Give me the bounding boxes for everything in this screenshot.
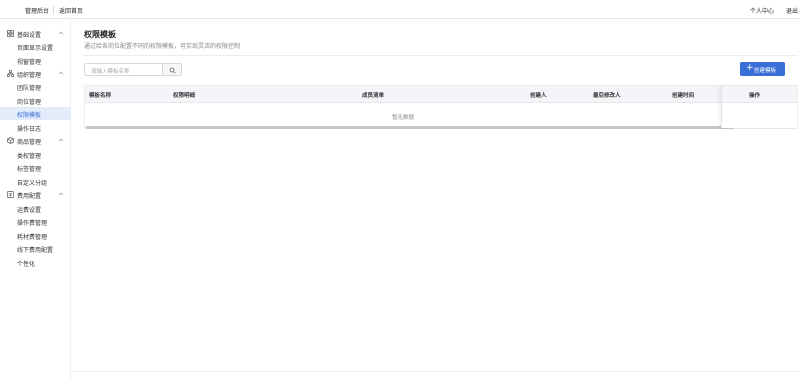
sidebar-group-label: 组织管理	[17, 72, 42, 79]
sidebar-item-label: 标签管理	[17, 166, 42, 173]
plus-icon: +	[746, 63, 754, 73]
sidebar-item-label: 操作费管理	[17, 220, 48, 227]
search-input[interactable]: 请输入模板名称	[91, 67, 130, 75]
sidebar-group-basic-settings[interactable]: 基础设置	[0, 27, 71, 40]
topbar-divider	[53, 6, 54, 14]
sidebar-item-label: 类权管理	[17, 153, 42, 160]
sidebar-item-permission-templates[interactable]: 权限模板	[0, 107, 71, 120]
column-header-member-list[interactable]: 成员清单	[362, 91, 384, 99]
sidebar-item-label: 自定义分组	[17, 180, 48, 187]
sidebar-item-tag-management[interactable]: 标签管理	[0, 161, 71, 174]
column-header-last-modifier[interactable]: 最后修改人	[593, 91, 621, 99]
table-header: 模板名称 权限明细 成员清单 创建人 最后修改人 创建时间	[85, 86, 797, 103]
chevron-up-icon	[58, 137, 64, 143]
sidebar-group-label: 费用配置	[17, 193, 42, 200]
sidebar-item-team-management[interactable]: 团队管理	[0, 80, 71, 93]
sidebar-item-custom-groups[interactable]: 自定义分组	[0, 175, 71, 188]
box-icon	[7, 137, 14, 144]
chevron-up-icon	[58, 70, 64, 76]
sidebar-item-label: 操作日志	[17, 126, 42, 133]
sidebar-item-position-management[interactable]: 岗位管理	[0, 94, 71, 107]
search-button[interactable]	[162, 64, 181, 75]
sidebar-item-label: 岗位管理	[17, 99, 42, 106]
create-template-button[interactable]: + 创建模板	[740, 62, 785, 76]
column-header-created-time[interactable]: 创建时间	[672, 91, 694, 99]
top-bar: 管理后台 返回首页 个人中心 退出	[0, 0, 800, 19]
create-template-label: 创建模板	[754, 68, 777, 74]
sidebar-group-fee-config[interactable]: 费用配置	[0, 188, 71, 201]
main-content: 权限模板 通过给各岗位配置不同的权限模板，可实现灵活的权限控制 请输入模板名称 …	[71, 19, 800, 371]
grid-icon	[7, 30, 14, 37]
sidebar-group-label: 基础设置	[17, 32, 42, 39]
chevron-up-icon	[58, 30, 64, 36]
sidebar-item-label: 耗材费管理	[17, 234, 48, 241]
admin-link[interactable]: 管理后台	[25, 6, 49, 15]
sidebar: 基础设置 页面显示设置 视窗管理 组织管理 团队管理 岗位管理 权限模板 操作日…	[0, 19, 71, 381]
sidebar-group-label: 商品管理	[17, 139, 42, 146]
sidebar-item-personalization[interactable]: 个性化	[0, 256, 71, 269]
org-icon	[7, 70, 14, 77]
sidebar-item-label: 团队管理	[17, 85, 42, 92]
back-home-link[interactable]: 返回首页	[59, 6, 83, 15]
header-divider	[84, 55, 798, 56]
sidebar-item-operation-log[interactable]: 操作日志	[0, 121, 71, 134]
horizontal-scrollbar[interactable]	[85, 126, 734, 129]
sidebar-item-page-display-settings[interactable]: 页面显示设置	[0, 40, 71, 53]
column-header-creator[interactable]: 创建人	[530, 91, 547, 99]
chevron-up-icon	[58, 191, 64, 197]
templates-table: 模板名称 权限明细 成员清单 创建人 最后修改人 创建时间 暂无数据 操作	[84, 85, 798, 129]
column-header-actions: 操作	[749, 93, 761, 99]
logout-link[interactable]: 退出	[786, 6, 798, 15]
column-header-template-name[interactable]: 模板名称	[89, 91, 111, 99]
actions-column-header-cell: 操作	[722, 86, 797, 103]
column-header-permission-details[interactable]: 权限明细	[173, 91, 195, 99]
sidebar-item-label: 视窗管理	[17, 59, 42, 66]
sidebar-item-category-management[interactable]: 类权管理	[0, 148, 71, 161]
sidebar-item-material-fee[interactable]: 耗材费管理	[0, 229, 71, 242]
sidebar-item-view-management[interactable]: 视窗管理	[0, 54, 71, 67]
bottom-bar	[71, 371, 800, 381]
search-icon	[169, 67, 176, 74]
fee-icon	[7, 191, 14, 198]
page-title: 权限模板	[84, 30, 116, 39]
personal-center-link[interactable]: 个人中心	[750, 6, 774, 15]
sidebar-item-operation-fee[interactable]: 操作费管理	[0, 215, 71, 228]
empty-state-text: 暂无数据	[391, 115, 414, 121]
sidebar-item-label: 运费设置	[17, 207, 42, 214]
sidebar-group-org-management[interactable]: 组织管理	[0, 67, 71, 80]
page-description: 通过给各岗位配置不同的权限模板，可实现灵活的权限控制	[84, 43, 241, 50]
sidebar-item-offline-fee-config[interactable]: 线下费用配置	[0, 242, 71, 255]
scrollbar-thumb[interactable]	[86, 126, 734, 129]
template-search-box: 请输入模板名称	[84, 63, 182, 76]
sidebar-item-label: 权限模板	[17, 112, 42, 119]
sidebar-item-label: 线下费用配置	[17, 247, 54, 254]
fixed-actions-column: 操作	[721, 86, 797, 128]
sidebar-item-label: 个性化	[17, 261, 36, 268]
sidebar-item-shipping-settings[interactable]: 运费设置	[0, 202, 71, 215]
sidebar-item-label: 页面显示设置	[17, 45, 54, 52]
sidebar-group-product-management[interactable]: 商品管理	[0, 134, 71, 147]
